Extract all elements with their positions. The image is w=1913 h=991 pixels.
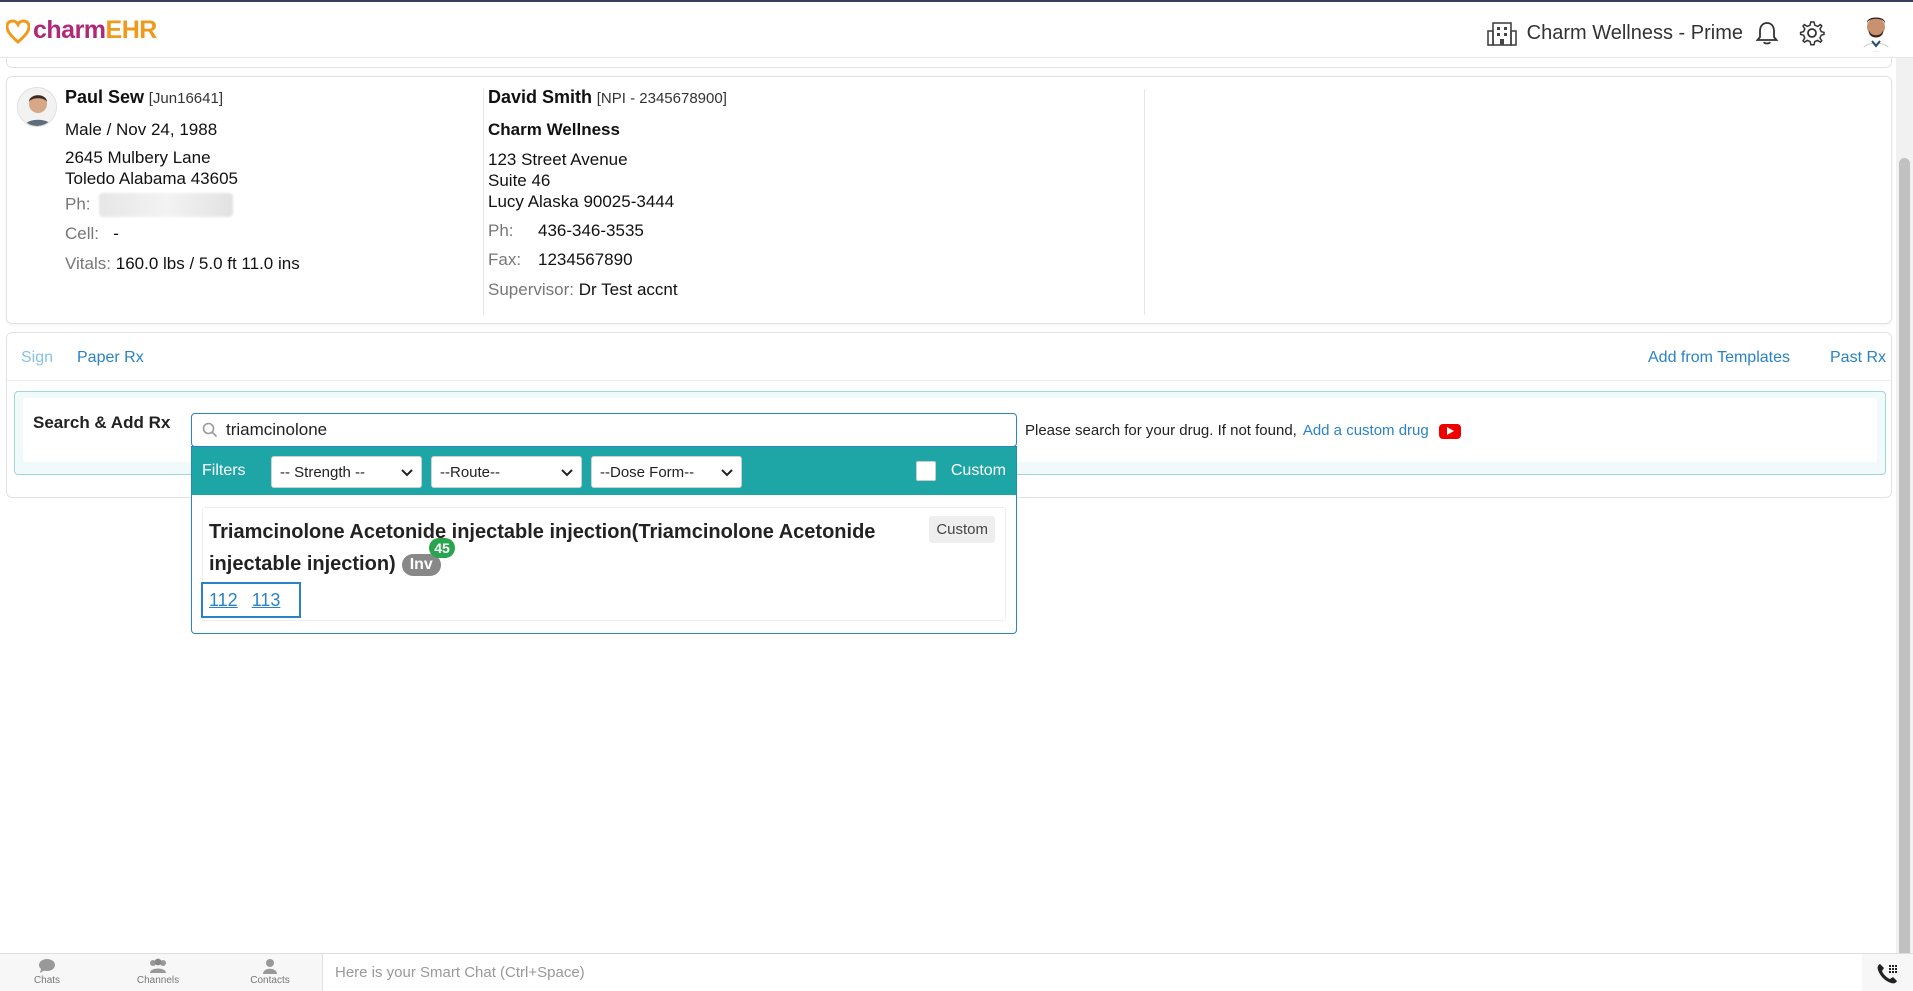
filters-bar: Filters -- Strength -- --Route-- --Dose … [192,447,1016,495]
channels-button[interactable]: Channels [128,958,188,986]
chats-button[interactable]: Chats [17,958,77,986]
search-hint-text: Please search for your drug. If not foun… [1025,422,1297,439]
provider-details: David Smith [NPI - 2345678900] Charm Wel… [488,87,727,300]
collapsed-card-edge [6,58,1892,68]
search-hint: Please search for your drug. If not foun… [1025,422,1461,439]
charm-ehr-logo[interactable]: charm EHR [6,16,157,45]
contacts-label: Contacts [250,975,290,986]
strength-select[interactable]: -- Strength -- [271,456,422,488]
route-select[interactable]: --Route-- [431,456,582,488]
gear-icon[interactable] [1799,20,1825,46]
lot-code-link[interactable]: 112 [209,590,238,611]
patient-gender-dob: Male / Nov 24, 1988 [65,120,218,139]
patient-id: [Jun16641] [148,90,223,107]
phone-icon[interactable] [1875,962,1899,986]
dose-form-select-value: --Dose Form-- [600,463,695,481]
card-divider [483,89,484,315]
patient-phone-label: Ph: [65,194,91,214]
provider-address-line1: 123 Street Avenue [488,150,628,169]
patient-vitals-label: Vitals: [65,254,111,273]
provider-address-line3: Lucy Alaska 90025-3444 [488,192,675,211]
smart-chat-placeholder: Here is your Smart Chat (Ctrl+Space) [335,964,585,981]
contacts-icon [263,959,277,974]
building-icon [1486,22,1517,46]
drug-search-box[interactable] [191,413,1017,447]
heart-logo-icon [6,18,30,44]
tab-paper-rx[interactable]: Paper Rx [77,349,144,367]
custom-tag: Custom [929,516,995,543]
dose-form-select[interactable]: --Dose Form-- [591,456,742,488]
add-from-templates-link[interactable]: Add from Templates [1648,349,1790,367]
youtube-icon[interactable] [1438,423,1461,439]
provider-phone-value: 436-346-3535 [538,221,644,240]
search-results-dropdown: Filters -- Strength -- --Route-- --Dose … [191,446,1017,634]
custom-checkbox-label[interactable]: Custom [951,462,1006,480]
search-icon [202,422,218,438]
drug-result-title[interactable]: Triamcinolone Acetonide injectable injec… [209,516,889,580]
user-avatar[interactable] [1857,12,1895,52]
chat-icon [39,959,55,973]
patient-vitals-value: 160.0 lbs / 5.0 ft 11.0 ins [115,254,300,273]
rx-tabbar: Sign Paper Rx Add from Templates Past Rx [7,333,1891,381]
bell-icon[interactable] [1755,20,1779,46]
inventory-badge[interactable]: Inv 45 [401,537,455,576]
chevron-down-icon [401,469,413,477]
card-divider [1144,89,1145,315]
provider-npi: [NPI - 2345678900] [596,90,727,107]
logo-charm-text: charm [33,16,106,44]
bottom-bar: Chats Channels Contacts Here is your Sma… [0,953,1913,991]
patient-cell-label: Cell: [65,224,100,243]
lot-code-link[interactable]: 113 [252,590,281,611]
provider-practice: Charm Wellness [488,120,620,139]
provider-fax-value: 1234567890 [538,250,633,269]
provider-name: David Smith [488,87,593,107]
scrollbar-thumb[interactable] [1899,158,1910,991]
tab-sign[interactable]: Sign [21,349,53,367]
chevron-down-icon [721,469,733,477]
patient-address-line2: Toledo Alabama 43605 [65,169,238,188]
patient-details: Paul Sew [Jun16641] Male / Nov 24, 1988 … [65,87,300,274]
filters-label: Filters [202,462,246,479]
custom-checkbox[interactable] [916,461,936,481]
drug-result-item[interactable]: Triamcinolone Acetonide injectable injec… [201,507,1006,621]
user-avatar-image [1857,12,1895,52]
smart-chat-input[interactable]: Here is your Smart Chat (Ctrl+Space) [322,954,1862,991]
strength-select-value: -- Strength -- [280,463,366,481]
route-select-value: --Route-- [440,463,501,481]
patient-avatar [17,87,57,127]
channels-label: Channels [136,975,180,986]
add-custom-drug-link[interactable]: Add a custom drug [1303,422,1429,439]
patient-photo [18,88,56,126]
clinic-name: Charm Wellness - Prime [1526,21,1743,44]
past-rx-link[interactable]: Past Rx [1830,349,1886,367]
scrollbar-track[interactable] [1896,58,1913,991]
chats-label: Chats [33,975,61,986]
search-add-rx-label: Search & Add Rx [33,413,171,432]
lot-codes-box: 112 113 [201,582,301,618]
patient-name[interactable]: Paul Sew [65,87,144,107]
provider-phone-label: Ph: [488,221,514,240]
drug-search-input[interactable] [226,420,1006,440]
contacts-button[interactable]: Contacts [240,958,300,986]
patient-phone-redacted [98,193,233,217]
patient-address-line1: 2645 Mulbery Lane [65,148,211,167]
app-header: charm EHR Charm Wellness - Prime [0,2,1913,58]
channels-icon [150,958,166,973]
drug-result-name[interactable]: Triamcinolone Acetonide injectable injec… [209,521,875,575]
supervisor-label: Supervisor: [488,280,574,299]
inventory-count-badge: 45 [429,537,455,558]
patient-cell-value: - [113,224,119,243]
clinic-selector[interactable]: Charm Wellness - Prime [1486,20,1743,46]
provider-address-line2: Suite 46 [488,171,551,190]
chevron-down-icon [561,469,573,477]
logo-ehr-text: EHR [105,16,158,44]
inventory-badge-label: Inv [409,555,433,573]
patient-info-card: Paul Sew [Jun16641] Male / Nov 24, 1988 … [6,76,1892,324]
supervisor-value: Dr Test accnt [578,280,678,299]
provider-fax-label: Fax: [488,250,522,269]
